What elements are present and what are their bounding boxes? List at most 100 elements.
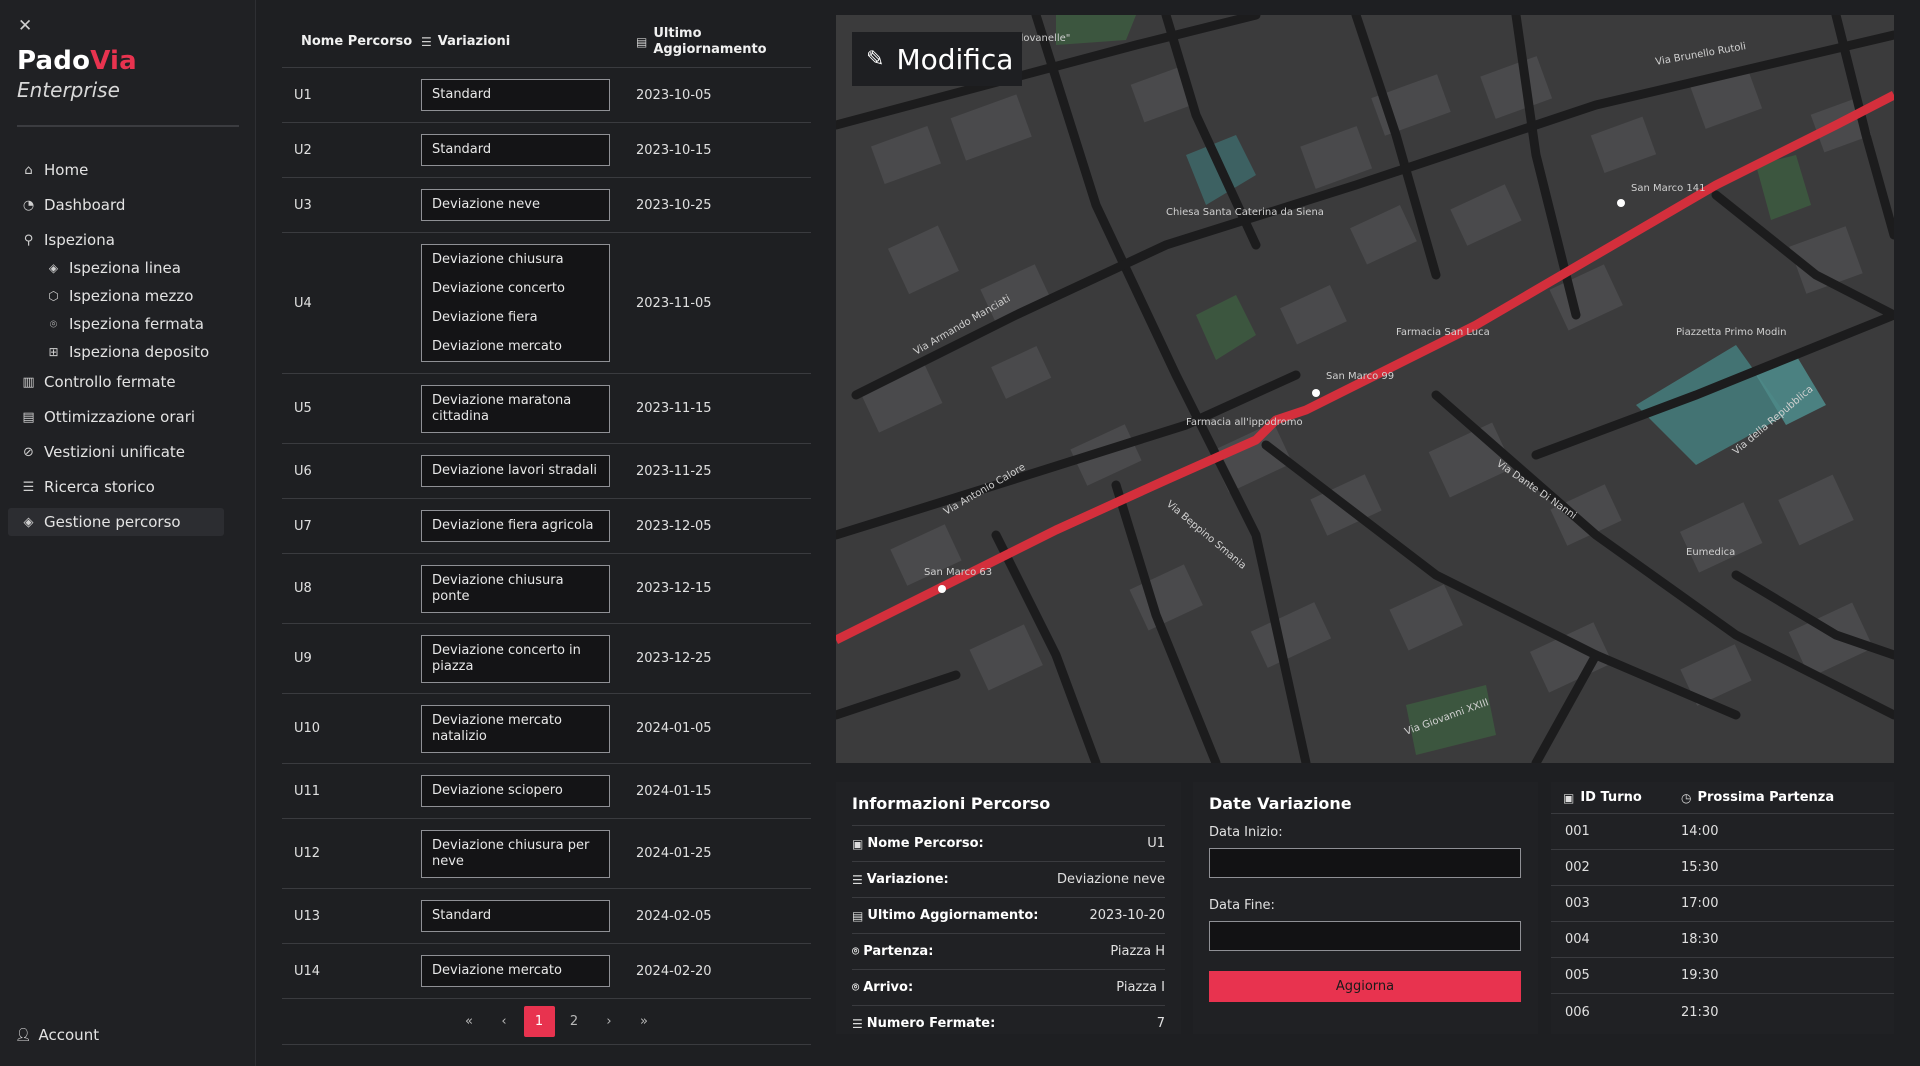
brand-logo: PadoVia Enterprise <box>17 46 137 102</box>
info-label-updated: ▤ Ultimo Aggiornamento: <box>852 908 1039 923</box>
column-header-shift-id[interactable]: ▣ ID Turno <box>1551 790 1681 805</box>
variations-cell: Deviazione neve <box>420 189 636 221</box>
table-row[interactable]: U4 Deviazione chiusura Deviazione concerto… <box>282 233 811 374</box>
nav-vestizioni-unificate[interactable]: ⊘ Vestizioni unificate <box>8 438 224 466</box>
variation-option[interactable]: Standard <box>432 87 599 103</box>
variation-select[interactable]: Standard <box>421 900 610 932</box>
variations-cell: Standard <box>420 79 636 111</box>
variation-select[interactable]: Deviazione neve <box>421 189 610 221</box>
prev-page-button[interactable]: ‹ <box>489 1006 520 1037</box>
variation-option[interactable]: Deviazione neve <box>432 197 599 213</box>
variation-select[interactable]: Deviazione chiusura per neve <box>421 829 610 878</box>
variation-option[interactable]: Deviazione fiera <box>432 303 599 332</box>
table-row[interactable]: 003 17:00 <box>1551 886 1894 922</box>
variation-select[interactable]: Deviazione sciopero <box>421 775 610 807</box>
table-row[interactable]: U10 Deviazione mercato natalizio 2024-01-0… <box>282 694 811 764</box>
last-page-button[interactable]: » <box>629 1006 660 1037</box>
route-map[interactable]: San Marco 63 San Marco 99 San Marco 141 … <box>836 15 1894 763</box>
grid-icon: ⊞ <box>48 345 59 359</box>
table-row[interactable]: U7 Deviazione fiera agricola 2023-12-05 <box>282 499 811 554</box>
account-link[interactable]: 👤︎ Account <box>15 1026 99 1044</box>
info-row-stops: ☰ Numero Fermate: 7 <box>852 1005 1165 1041</box>
nav-ottimizzazione-orari[interactable]: ▤ Ottimizzazione orari <box>8 403 224 431</box>
table-row[interactable]: U11 Deviazione sciopero 2024-01-15 <box>282 764 811 819</box>
table-row[interactable]: U8 Deviazione chiusura ponte 2023-12-15 <box>282 554 811 624</box>
page-button-1[interactable]: 1 <box>523 1006 555 1037</box>
variation-option[interactable]: Deviazione chiusura per neve <box>432 838 599 870</box>
column-header-next-departure[interactable]: ◷ Prossima Partenza <box>1681 790 1894 805</box>
column-header-variations[interactable]: ☰ Variazioni <box>420 34 636 50</box>
variation-option[interactable]: Deviazione mercato natalizio <box>432 713 599 745</box>
table-row[interactable]: U3 Deviazione neve 2023-10-25 <box>282 178 811 233</box>
table-row[interactable]: 004 18:30 <box>1551 922 1894 958</box>
end-date-input[interactable] <box>1209 921 1521 951</box>
table-row[interactable]: U6 Deviazione lavori stradali 2023-11-25 <box>282 444 811 499</box>
table-row[interactable]: 006 21:30 <box>1551 994 1894 1030</box>
info-row-name: ▣ Nome Percorso: U1 <box>852 825 1165 861</box>
nav-dashboard[interactable]: ◔ Dashboard <box>8 191 224 219</box>
variation-dates-title: Date Variazione <box>1209 794 1352 813</box>
edit-button-label: Modifica <box>896 42 1014 76</box>
table-row[interactable]: U13 Standard 2024-02-05 <box>282 889 811 944</box>
nav-ispeziona-fermata[interactable]: ⌾ Ispeziona fermata <box>8 312 224 336</box>
first-page-button[interactable]: « <box>454 1006 485 1037</box>
edit-button[interactable]: ✎ Modifica <box>852 32 1022 86</box>
page-button-2[interactable]: 2 <box>559 1006 590 1037</box>
update-button[interactable]: Aggiorna <box>1209 971 1521 1002</box>
column-header-updated[interactable]: ▤ Ultimo Aggiornamento <box>636 26 811 58</box>
table-row[interactable]: U1 Standard 2023-10-05 <box>282 68 811 123</box>
start-date-label: Data Inizio: <box>1209 825 1283 840</box>
route-info-title: Informazioni Percorso <box>852 794 1051 813</box>
variation-select[interactable]: Deviazione maratona cittadina <box>421 384 610 433</box>
table-row[interactable]: U9 Deviazione concerto in piazza 2023-12-2… <box>282 624 811 694</box>
nav-controllo-fermate[interactable]: ▥ Controllo fermate <box>8 368 224 396</box>
nav-home[interactable]: ⌂ Home <box>8 156 224 184</box>
variation-option[interactable]: Deviazione concerto in piazza <box>432 643 599 675</box>
variation-option[interactable]: Deviazione chiusura ponte <box>432 573 599 605</box>
variation-option[interactable]: Deviazione mercato <box>432 963 599 979</box>
table-row[interactable]: U14 Deviazione mercato 2024-02-20 <box>282 944 811 999</box>
variation-option[interactable]: Deviazione maratona cittadina <box>432 393 599 425</box>
variation-option[interactable]: Deviazione concerto <box>432 274 599 303</box>
nav-ricerca-storico[interactable]: ☰ Ricerca storico <box>8 473 224 501</box>
table-row[interactable]: 002 15:30 <box>1551 850 1894 886</box>
variation-option[interactable]: Standard <box>432 908 599 924</box>
start-date-input[interactable] <box>1209 848 1521 878</box>
route-id-cell: U11 <box>294 783 321 799</box>
column-header-name[interactable]: Nome Percorso <box>282 34 420 50</box>
variation-option[interactable]: Deviazione lavori stradali <box>432 463 599 479</box>
close-icon[interactable]: ✕ <box>18 18 34 35</box>
variation-option[interactable]: Deviazione mercato <box>432 332 599 361</box>
variation-select[interactable]: Standard <box>421 79 610 111</box>
variation-select[interactable]: Deviazione fiera agricola <box>421 510 610 542</box>
variation-option[interactable]: Deviazione chiusura <box>432 245 599 274</box>
table-row[interactable]: 005 19:30 <box>1551 958 1894 994</box>
nav-ispeziona[interactable]: ⚲ Ispeziona <box>8 226 224 254</box>
variation-select[interactable]: Standard <box>421 134 610 166</box>
nav-ispeziona-fermata-label: Ispeziona fermata <box>69 315 204 333</box>
next-page-button[interactable]: › <box>594 1006 625 1037</box>
table-row[interactable]: 001 14:00 <box>1551 814 1894 850</box>
list-icon: ☰ <box>421 34 432 49</box>
nav-ispeziona-deposito[interactable]: ⊞ Ispeziona deposito <box>8 340 224 364</box>
variation-option[interactable]: Deviazione fiera agricola <box>432 518 599 534</box>
variations-cell: Standard <box>420 134 636 166</box>
nav-ispeziona-mezzo[interactable]: ⬡ Ispeziona mezzo <box>8 284 224 308</box>
variation-select[interactable]: Deviazione mercato natalizio <box>421 704 610 753</box>
table-row[interactable]: U12 Deviazione chiusura per neve 2024-01-2… <box>282 819 811 889</box>
variation-select[interactable]: Deviazione mercato <box>421 955 610 987</box>
variation-select[interactable]: Deviazione concerto in piazza <box>421 634 610 683</box>
map-canvas[interactable]: San Marco 63 San Marco 99 San Marco 141 … <box>836 15 1894 763</box>
nav-ispeziona-linea-label: Ispeziona linea <box>69 259 181 277</box>
info-label-updated-text: Ultimo Aggiornamento: <box>867 908 1039 923</box>
nav-gestione-percorso[interactable]: ◈ Gestione percorso <box>8 508 224 536</box>
table-row[interactable]: U5 Deviazione maratona cittadina 2023-11-1… <box>282 374 811 444</box>
variation-select[interactable]: Deviazione chiusura ponte <box>421 564 610 613</box>
variation-option[interactable]: Standard <box>432 142 599 158</box>
stop-marker-99 <box>1312 389 1320 397</box>
nav-ispeziona-linea[interactable]: ◈ Ispeziona linea <box>8 256 224 280</box>
variation-select[interactable]: Deviazione chiusura Deviazione concerto De… <box>421 244 610 362</box>
variation-select[interactable]: Deviazione lavori stradali <box>421 455 610 487</box>
variation-option[interactable]: Deviazione sciopero <box>432 783 599 799</box>
table-row[interactable]: U2 Standard 2023-10-15 <box>282 123 811 178</box>
